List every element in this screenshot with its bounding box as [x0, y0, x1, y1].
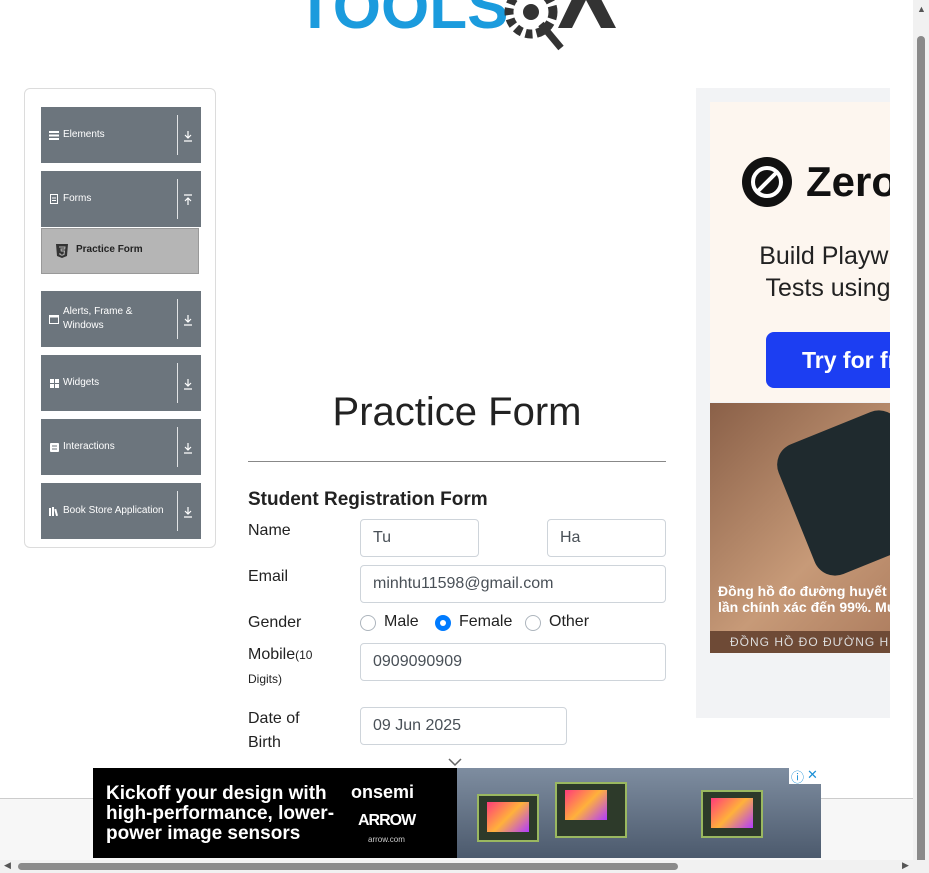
ad-photo[interactable]: Đồng hồ đo đường huyết khô lần chính xác…: [710, 403, 890, 653]
expand-icon[interactable]: [183, 129, 193, 142]
ad-line-2: Tests using: [765, 274, 890, 302]
sidebar-group-label: Widgets: [63, 377, 100, 388]
mobile-input[interactable]: 0909090909: [360, 643, 666, 681]
expand-icon[interactable]: [183, 505, 193, 518]
svg-text:TOOLS: TOOLS: [296, 0, 508, 42]
ad-banner-right[interactable]: ZeroS Build Playwr Tests using Try for f…: [696, 88, 890, 718]
chevron-down-icon[interactable]: [448, 754, 462, 767]
ad-banner-bottom[interactable]: Kickoff your design with high-performanc…: [93, 768, 821, 858]
last-name-input[interactable]: Ha: [547, 519, 666, 557]
divider: [177, 427, 178, 467]
sidebar-group-label: Elements: [63, 129, 105, 140]
ad-choices[interactable]: ⓘ ✕: [789, 768, 821, 786]
ad-brand: ZeroS: [806, 158, 890, 205]
gender-male-label[interactable]: Male: [384, 613, 419, 631]
page-title: Practice Form: [332, 390, 582, 434]
chip-image: [555, 782, 627, 838]
collapse-icon[interactable]: [183, 193, 193, 205]
gender-other-radio[interactable]: [525, 615, 541, 631]
ad-headline-line: high-performance, lower-: [106, 803, 335, 824]
scrollbar-thumb[interactable]: [18, 863, 678, 870]
expand-icon[interactable]: [183, 377, 193, 390]
sidebar-group-forms[interactable]: Forms: [41, 171, 201, 227]
sidebar-group-elements[interactable]: Elements: [41, 107, 201, 163]
sidebar-group-book-store[interactable]: Book Store Application: [41, 483, 201, 539]
zerostep-logo-icon: [742, 157, 792, 207]
sidebar-group-label: Alerts, Frame & Windows: [63, 306, 133, 331]
ad-line-1: Build Playwr: [759, 242, 890, 270]
email-input[interactable]: minhtu11598@gmail.com: [360, 565, 666, 603]
mobile-label-text: Mobile: [248, 646, 296, 663]
horizontal-scrollbar[interactable]: ◀ ▶: [0, 860, 929, 873]
sidebar-group-label: Interactions: [63, 441, 115, 452]
divider: [177, 179, 178, 219]
ad-panel: ZeroS Build Playwr Tests using Try for f…: [710, 102, 890, 402]
expand-icon[interactable]: [183, 313, 193, 326]
email-label: Email: [248, 568, 289, 585]
grid-icon: [49, 378, 59, 388]
arrow-logo: ARROW: [358, 812, 416, 829]
gender-female-label[interactable]: Female: [459, 613, 512, 631]
sidebar-group-label: Forms: [63, 193, 92, 204]
scroll-left-arrow-icon[interactable]: ◀: [4, 860, 11, 871]
ad-url: arrow.com: [368, 835, 405, 844]
ad-headline-line: Kickoff your design with: [106, 783, 327, 804]
ad-caption: Đồng hồ đo đường huyết khô lần chính xác…: [718, 583, 890, 615]
sensor-chips-image: [457, 768, 821, 858]
scrollbar-thumb[interactable]: [917, 36, 925, 864]
library-icon: [49, 506, 59, 516]
divider: [177, 491, 178, 531]
scroll-up-arrow-icon[interactable]: ▲: [917, 4, 926, 14]
ad-caption-line-1: Đồng hồ đo đường huyết khô: [718, 583, 890, 599]
onsemi-logo: onsemi: [351, 782, 415, 802]
name-label: Name: [248, 522, 291, 539]
divider: [177, 299, 178, 339]
dob-input[interactable]: 09 Jun 2025: [360, 707, 567, 745]
scroll-right-arrow-icon[interactable]: ▶: [902, 860, 909, 871]
toolsqa-logo[interactable]: TOOLS: [296, 0, 626, 55]
ad-caption-bar: ĐỒNG HỒ ĐO ĐƯỜNG HUYẾT: [710, 631, 890, 653]
sidebar-group-interactions[interactable]: Interactions: [41, 419, 201, 475]
dob-label: Date of Birth: [248, 710, 300, 751]
gender-other-label[interactable]: Other: [549, 613, 589, 631]
form-title: Student Registration Form: [248, 489, 488, 510]
html5-icon: [56, 244, 68, 258]
info-icon[interactable]: ⓘ: [791, 768, 804, 786]
interactions-icon: [49, 442, 59, 452]
sidebar-group-label: Book Store Application: [63, 505, 164, 516]
close-icon[interactable]: ✕: [807, 768, 818, 783]
sidebar-group-alerts[interactable]: Alerts, Frame & Windows: [41, 291, 201, 347]
gender-female-radio[interactable]: [435, 615, 451, 631]
chip-image: [701, 790, 763, 838]
divider: [177, 363, 178, 403]
divider: [248, 461, 666, 462]
gender-label: Gender: [248, 614, 302, 631]
sidebar: Elements Forms Practice Form Alerts, Fra…: [24, 88, 216, 548]
first-name-input[interactable]: Tu: [360, 519, 479, 557]
smartwatch-image: [770, 403, 890, 583]
sidebar-group-widgets[interactable]: Widgets: [41, 355, 201, 411]
window-icon: [49, 314, 59, 324]
expand-icon[interactable]: [183, 441, 193, 454]
ad-headline: Kickoff your design with high-performanc…: [106, 784, 334, 844]
list-icon: [49, 130, 59, 140]
vertical-scrollbar[interactable]: ▲: [913, 0, 929, 864]
sidebar-item-label: Practice Form: [76, 244, 143, 255]
ad-headline-line: power image sensors: [106, 823, 301, 844]
divider: [177, 115, 178, 155]
ad-cta-button[interactable]: Try for free: [766, 332, 890, 388]
chip-image: [477, 794, 539, 842]
sidebar-item-practice-form[interactable]: Practice Form: [41, 228, 199, 274]
file-icon: [49, 194, 59, 204]
mobile-label: Mobile(10 Digits): [248, 643, 348, 691]
ad-caption-line-2: lần chính xác đến 99%. Mua n: [718, 599, 890, 615]
gender-male-radio[interactable]: [360, 615, 376, 631]
